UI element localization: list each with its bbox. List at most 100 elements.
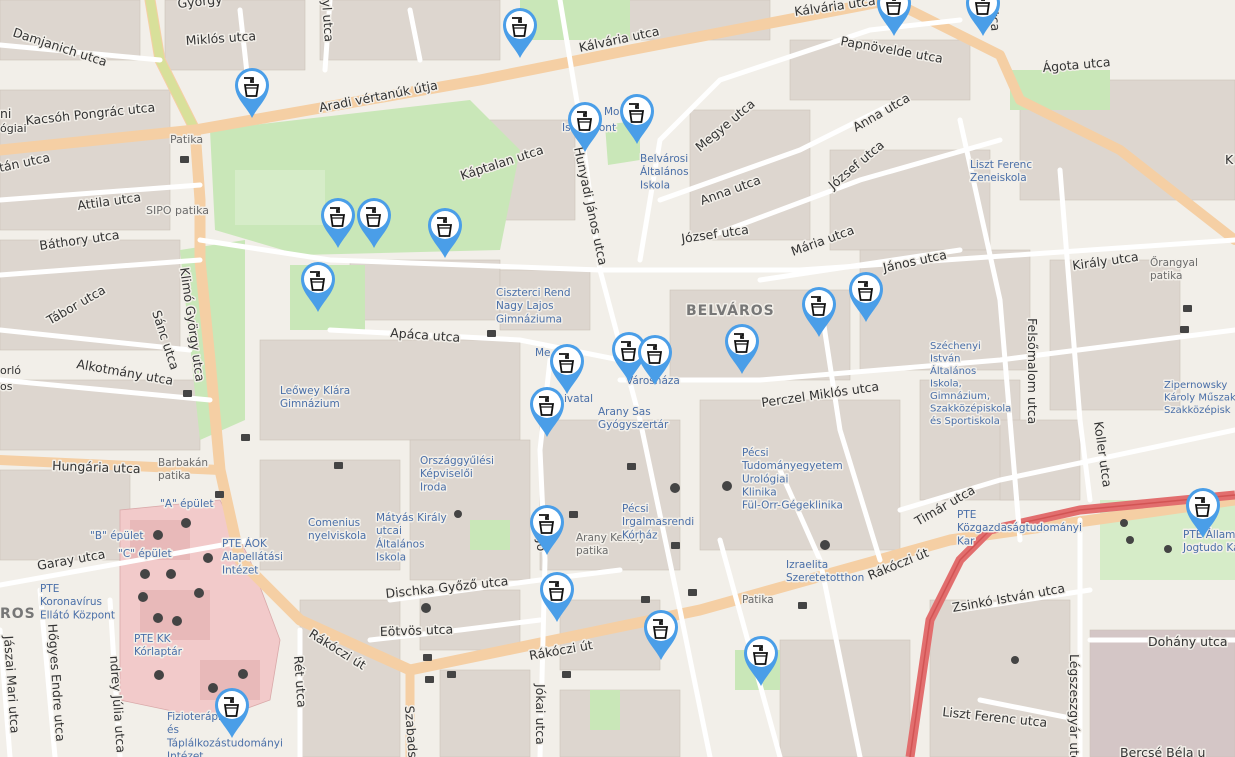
bus-stop-icon xyxy=(641,596,650,603)
bus-stop-icon xyxy=(1180,326,1189,333)
drinking-water-marker[interactable] xyxy=(722,320,762,376)
town-hall-icon xyxy=(454,510,462,518)
hospital-icon xyxy=(172,616,182,626)
drinking-water-marker[interactable] xyxy=(232,64,272,120)
drinking-water-icon xyxy=(849,272,883,322)
bus-stop-icon xyxy=(569,511,578,518)
bus-stop-icon xyxy=(423,654,432,661)
drinking-water-marker[interactable] xyxy=(799,283,839,339)
hospital-icon xyxy=(153,530,163,540)
label-ret-utca: Rét utca xyxy=(291,655,310,708)
label-os: os xyxy=(0,380,13,393)
hospital-icon xyxy=(138,592,148,602)
drinking-water-icon xyxy=(802,287,836,337)
poi-leowey: Leőwey Klára Gimnázium xyxy=(280,385,350,410)
bus-stop-icon xyxy=(425,676,434,683)
drinking-water-marker[interactable] xyxy=(741,632,781,688)
doctor-icon xyxy=(1011,656,1019,664)
poi-comenius: Comenius nyelviskola xyxy=(308,517,366,542)
drinking-water-marker[interactable] xyxy=(354,194,394,250)
label-hungaria-utca: Hungária utca xyxy=(52,458,141,476)
drinking-water-icon xyxy=(1186,488,1220,538)
label-legszeszgyar-utca: Légszeszgyár utca xyxy=(1067,654,1082,757)
label-jokai-utca: Jókai utca xyxy=(533,683,548,745)
poi-patika-2: Patika xyxy=(742,594,774,606)
poi-b-epulet: "B" épület xyxy=(90,530,143,542)
hospital-icon xyxy=(140,569,150,579)
drinking-water-marker[interactable] xyxy=(318,194,358,250)
bus-stop-icon xyxy=(215,491,224,498)
drinking-water-icon xyxy=(620,94,654,144)
university-icon xyxy=(1164,545,1172,553)
hospital-icon xyxy=(820,540,830,550)
label-k: K xyxy=(1225,152,1234,167)
drinking-water-marker[interactable] xyxy=(565,98,605,154)
drinking-water-marker[interactable] xyxy=(537,568,577,624)
district-label-belvaros: BELVÁROS xyxy=(686,302,775,319)
drinking-water-marker[interactable] xyxy=(641,606,681,662)
drinking-water-icon xyxy=(568,102,602,152)
bus-stop-icon xyxy=(241,434,250,441)
label-ogiai: ógiai xyxy=(0,122,27,135)
hospital-icon xyxy=(421,603,431,613)
bus-stop-icon xyxy=(627,463,636,470)
drinking-water-marker[interactable] xyxy=(527,501,567,557)
drinking-water-marker[interactable] xyxy=(963,0,1003,38)
bus-stop-icon xyxy=(447,671,456,678)
poi-orangyal-patika: Őrangyal patika xyxy=(1150,255,1198,282)
hospital-icon xyxy=(203,553,213,563)
bus-stop-icon xyxy=(183,390,192,397)
poi-belvarosi-iskola: Belvárosi Általános Iskola xyxy=(640,153,689,191)
poi-koronavirus: PTE Koronavírus Ellátó Központ xyxy=(40,583,115,621)
bus-stop-icon xyxy=(671,542,680,549)
hospital-icon xyxy=(153,613,163,623)
hospital-icon xyxy=(154,670,164,680)
hospital-icon xyxy=(181,518,191,528)
drinking-water-icon xyxy=(503,8,537,59)
drinking-water-icon xyxy=(744,636,778,686)
label-szabadsag: Szabads xyxy=(402,705,421,757)
drinking-water-marker[interactable] xyxy=(425,204,465,260)
bus-stop-icon xyxy=(798,602,807,609)
poi-zipernowsky: Zipernowsky Károly Műszaki Szakközépisk xyxy=(1164,380,1235,416)
drinking-water-marker[interactable] xyxy=(500,4,540,60)
drinking-water-icon xyxy=(235,68,269,118)
drinking-water-marker[interactable] xyxy=(298,258,338,314)
university-icon xyxy=(1120,519,1128,527)
bus-stop-icon xyxy=(562,671,571,678)
drinking-water-icon xyxy=(530,387,564,437)
poi-a-epulet: "A" épület xyxy=(160,498,213,510)
label-yl-utca: yl utca xyxy=(319,0,337,42)
poi-arany-sas: Arany Sas Gyógyszertár xyxy=(598,406,669,431)
label-orlo: orló xyxy=(0,364,21,377)
label-felsomalom-utca: Felsőmalom utca xyxy=(1025,318,1040,424)
label-eotvos-utca: Eötvös utca xyxy=(380,621,454,639)
poi-patika-1: Patika xyxy=(170,133,203,146)
hospital-icon xyxy=(238,669,248,679)
drinking-water-icon xyxy=(357,198,391,248)
hospital-icon xyxy=(670,483,680,493)
label-hunyadi-janos-utca: Hunyadi János utca xyxy=(571,146,611,267)
drinking-water-marker[interactable] xyxy=(617,90,657,146)
hospital-icon xyxy=(722,481,732,491)
drinking-water-marker[interactable] xyxy=(635,331,675,387)
drinking-water-marker[interactable] xyxy=(527,383,567,439)
bus-stop-icon xyxy=(487,330,496,337)
drinking-water-marker[interactable] xyxy=(846,268,886,324)
drinking-water-icon xyxy=(321,198,355,248)
drinking-water-icon xyxy=(638,335,672,385)
drinking-water-icon xyxy=(215,688,249,738)
drinking-water-marker[interactable] xyxy=(212,684,252,740)
bus-stop-icon xyxy=(180,156,189,163)
drinking-water-marker[interactable] xyxy=(874,0,914,38)
drinking-water-marker[interactable] xyxy=(1183,484,1223,540)
map-view[interactable]: Kálvária utca Kálvária utca Papnövelde u… xyxy=(0,0,1235,757)
label-ni: ni xyxy=(0,106,11,121)
hospital-icon xyxy=(194,588,204,598)
hospital-icon xyxy=(166,569,176,579)
bus-stop-icon xyxy=(334,462,343,469)
drinking-water-icon xyxy=(644,610,678,660)
label-bercse-bela: Bercsé Béla u xyxy=(1120,745,1205,757)
drinking-water-icon xyxy=(877,0,911,36)
poi-sipo-patika: SIPO patika xyxy=(146,204,209,217)
